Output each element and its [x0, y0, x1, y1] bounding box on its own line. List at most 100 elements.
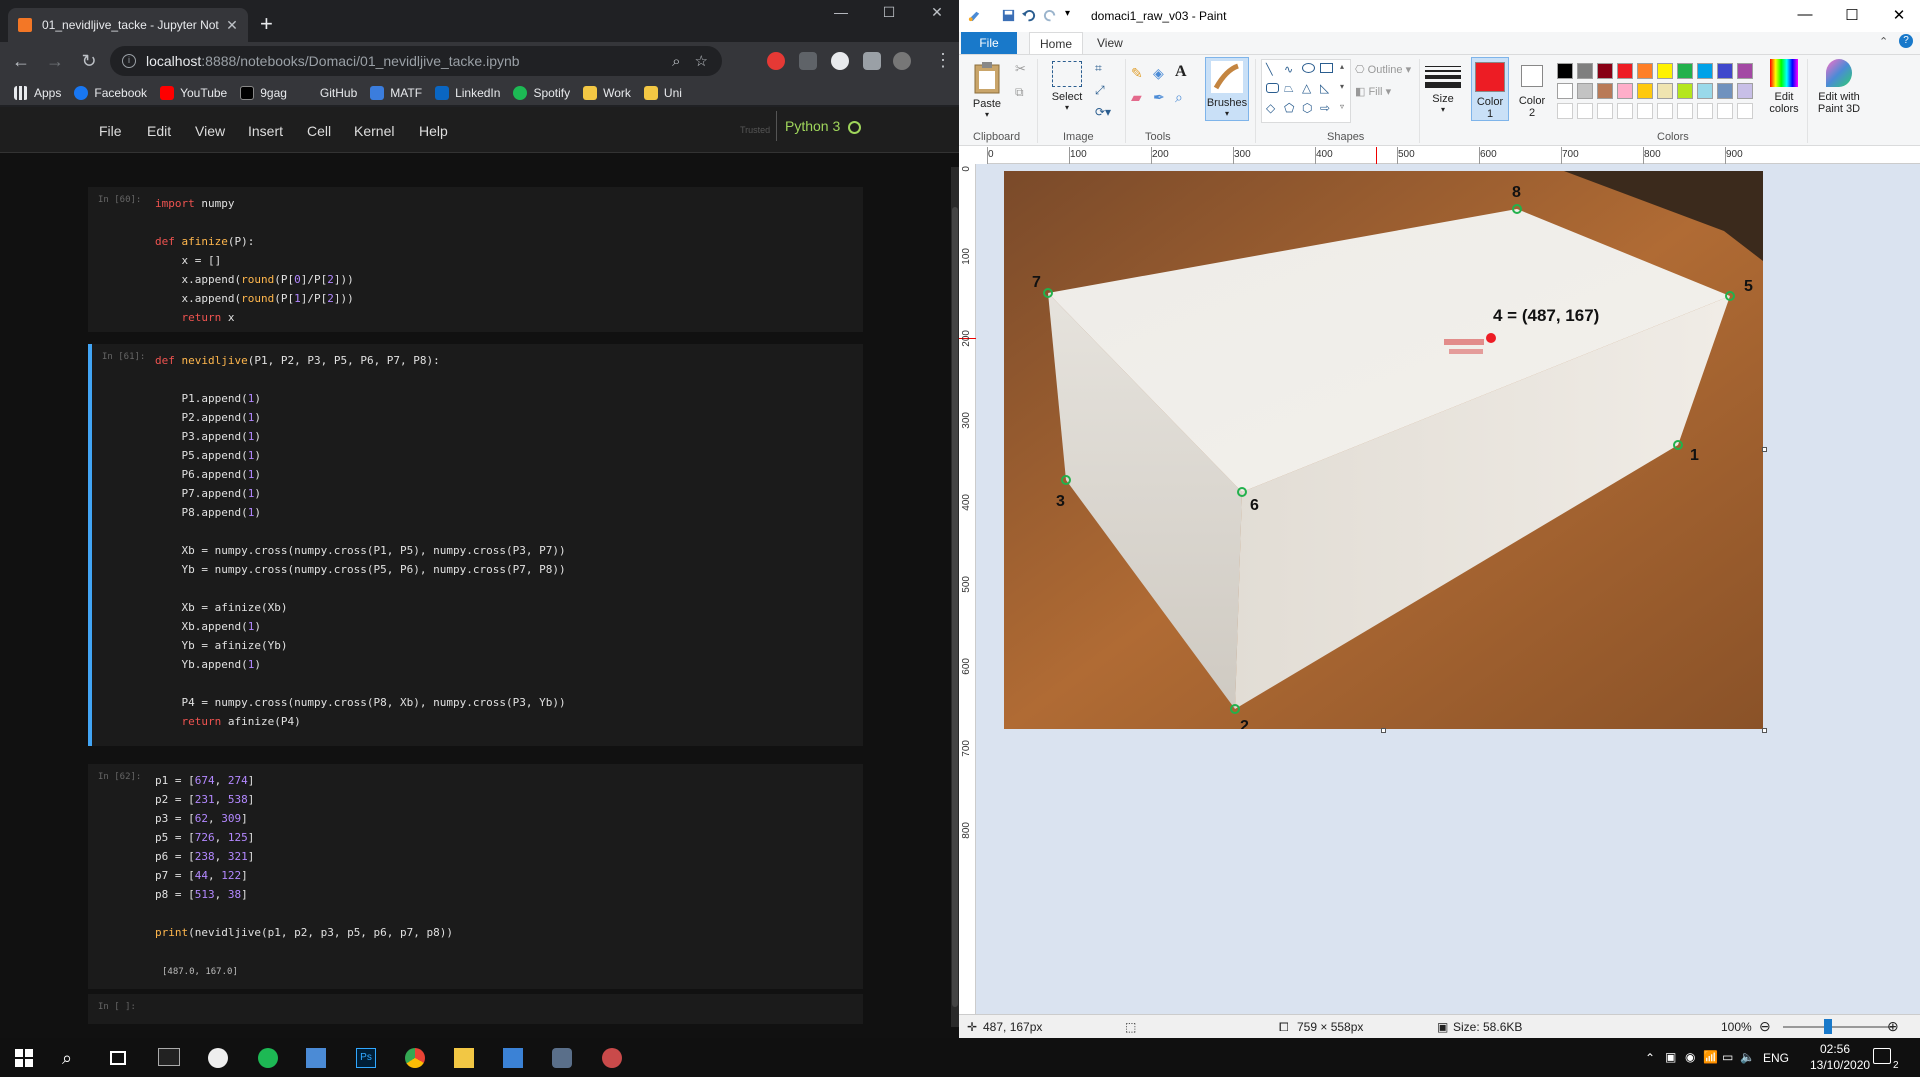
network-icon[interactable]: 📶 — [1703, 1050, 1718, 1064]
menu-cell[interactable]: Cell — [307, 123, 331, 139]
extensions-puzzle-icon[interactable] — [863, 52, 881, 70]
crop-icon[interactable]: ⌗ — [1095, 61, 1102, 76]
menu-file[interactable]: File — [99, 123, 122, 139]
palette-swatch[interactable] — [1557, 63, 1573, 79]
pentagon-shape-icon[interactable]: ⬠ — [1284, 101, 1294, 115]
palette-swatch[interactable] — [1677, 83, 1693, 99]
resize-handle-bottom[interactable] — [1381, 728, 1386, 733]
media-player-app-icon[interactable] — [208, 1048, 228, 1068]
palette-swatch[interactable] — [1637, 63, 1653, 79]
notebook-scrollbar[interactable] — [951, 167, 959, 1027]
palette-swatch[interactable] — [1597, 63, 1613, 79]
oval-shape-icon[interactable] — [1302, 63, 1315, 73]
palette-swatch[interactable] — [1637, 103, 1653, 119]
shapes-gallery[interactable]: ╲ ∿ ⏢ △ ◺ ◇ ⬠ ⬡ ⇨ ▴ ▾ ▿ — [1261, 59, 1351, 123]
code-cell[interactable]: In [60]: import numpy def afinize(P): x … — [88, 187, 863, 332]
palette-swatch[interactable] — [1717, 63, 1733, 79]
tab-jupyter-notebook[interactable]: 01_nevidljive_tacke - Jupyter Not ✕ — [8, 8, 248, 42]
shapes-scroll-up-icon[interactable]: ▴ — [1340, 62, 1344, 71]
edit-with-paint3d-button[interactable]: Edit with Paint 3D — [1811, 59, 1867, 115]
palette-swatch[interactable] — [1557, 103, 1573, 119]
palette-swatch[interactable] — [1577, 83, 1593, 99]
hexagon-shape-icon[interactable]: ⬡ — [1302, 101, 1312, 115]
kernel-indicator[interactable]: Python 3 — [776, 111, 862, 141]
palette-swatch[interactable] — [1657, 103, 1673, 119]
file-explorer-icon[interactable] — [454, 1048, 474, 1068]
tray-app-icon[interactable]: ◉ — [1685, 1050, 1695, 1064]
color-picker-icon[interactable]: ✒ — [1153, 89, 1165, 106]
code-cell-selected[interactable]: In [61]: def nevidljive(P1, P2, P3, P5, … — [88, 344, 863, 746]
code-cell[interactable]: In [62]: p1 = [674, 274] p2 = [231, 538]… — [88, 764, 863, 989]
bookmark-star-icon[interactable]: ☆ — [695, 52, 708, 70]
bookmark-spotify[interactable]: Spotify — [513, 85, 570, 100]
chrome-app-icon[interactable] — [405, 1048, 425, 1068]
minimize-icon[interactable]: — — [821, 4, 861, 20]
installer-app-icon[interactable] — [306, 1048, 326, 1068]
menu-kernel[interactable]: Kernel — [354, 123, 394, 139]
palette-swatch[interactable] — [1657, 83, 1673, 99]
zoom-slider[interactable] — [1783, 1026, 1893, 1028]
cell-code[interactable]: def nevidljive(P1, P2, P3, P5, P6, P7, P… — [155, 351, 566, 731]
snipping-app-icon[interactable] — [602, 1048, 622, 1068]
menu-view[interactable]: View — [195, 123, 225, 139]
rotate-icon[interactable]: ⟳▾ — [1095, 105, 1111, 119]
windows-start-icon[interactable] — [14, 1048, 34, 1068]
close-window-icon[interactable]: ✕ — [917, 4, 957, 21]
palette-swatch[interactable] — [1717, 103, 1733, 119]
paste-button[interactable]: Paste ▾ — [969, 61, 1005, 119]
zoom-out-icon[interactable]: ⊖ — [1759, 1018, 1771, 1035]
resize-icon[interactable]: ⤢ — [1095, 83, 1105, 98]
zoom-in-icon[interactable]: ⊕ — [1887, 1018, 1899, 1035]
bookmark-apps[interactable]: Apps — [14, 85, 61, 100]
menu-edit[interactable]: Edit — [147, 123, 171, 139]
redo-icon[interactable] — [1043, 8, 1058, 23]
outline-button[interactable]: ⎔ Outline ▾ — [1355, 63, 1411, 76]
photos-app-icon[interactable] — [503, 1048, 523, 1068]
bookmark-linkedin[interactable]: LinkedIn — [435, 85, 500, 100]
canvas-image[interactable]: 1 2 3 4 = (487, 167) 5 6 7 8 — [1004, 171, 1763, 729]
scrollbar-thumb[interactable] — [952, 207, 958, 1007]
paint-app-icon[interactable] — [552, 1048, 572, 1068]
address-bar[interactable]: i localhost:8888/notebooks/Domaci/01_nev… — [110, 46, 722, 76]
language-indicator[interactable]: ENG — [1763, 1051, 1789, 1065]
palette-swatch[interactable] — [1717, 83, 1733, 99]
bookmark-github[interactable]: GitHub — [299, 85, 357, 100]
arrow-shape-icon[interactable]: ⇨ — [1320, 101, 1330, 115]
color2-button[interactable]: Color 2 — [1513, 57, 1551, 121]
bookmark-facebook[interactable]: Facebook — [74, 85, 147, 100]
trusted-badge[interactable]: Trusted — [740, 125, 770, 135]
triangle-shape-icon[interactable]: △ — [1302, 81, 1311, 95]
bookmark-9gag[interactable]: 9gag — [240, 85, 287, 100]
palette-swatch[interactable] — [1677, 63, 1693, 79]
magnifier-icon[interactable]: ⌕ — [1175, 89, 1183, 106]
site-info-icon[interactable]: i — [122, 54, 136, 68]
battery-icon[interactable]: ▭ — [1722, 1050, 1733, 1064]
extension-red-icon[interactable] — [767, 52, 785, 70]
palette-swatch[interactable] — [1737, 83, 1753, 99]
rectangle-shape-icon[interactable] — [1320, 63, 1333, 73]
palette-swatch[interactable] — [1617, 83, 1633, 99]
pencil-icon[interactable]: ✎ — [1131, 65, 1143, 82]
resize-handle-right[interactable] — [1762, 447, 1767, 452]
tab-close-icon[interactable]: ✕ — [222, 17, 242, 34]
profile-avatar[interactable] — [893, 52, 911, 70]
reload-icon[interactable]: ↻ — [76, 51, 102, 72]
palette-swatch[interactable] — [1657, 63, 1673, 79]
forward-icon[interactable]: → — [42, 51, 68, 72]
palette-swatch[interactable] — [1597, 83, 1613, 99]
shapes-more-icon[interactable]: ▿ — [1340, 102, 1344, 111]
resize-handle-corner[interactable] — [1762, 728, 1767, 733]
line-shape-icon[interactable]: ╲ — [1266, 63, 1273, 76]
canvas-area[interactable]: 1 2 3 4 = (487, 167) 5 6 7 8 — [976, 164, 1920, 1014]
palette-swatch[interactable] — [1617, 103, 1633, 119]
palette-swatch[interactable] — [1697, 63, 1713, 79]
clock-date[interactable]: 13/10/2020 — [1810, 1058, 1870, 1072]
palette-swatch[interactable] — [1577, 63, 1593, 79]
zoom-search-icon[interactable]: ⌕ — [672, 53, 680, 70]
curve-shape-icon[interactable]: ∿ — [1284, 63, 1293, 76]
tab-home[interactable]: Home — [1029, 32, 1084, 54]
shapes-scroll-down-icon[interactable]: ▾ — [1340, 82, 1344, 91]
palette-swatch[interactable] — [1557, 83, 1573, 99]
search-icon[interactable]: ⌕ — [62, 1048, 82, 1068]
polygon-shape-icon[interactable]: ⏢ — [1284, 81, 1294, 96]
